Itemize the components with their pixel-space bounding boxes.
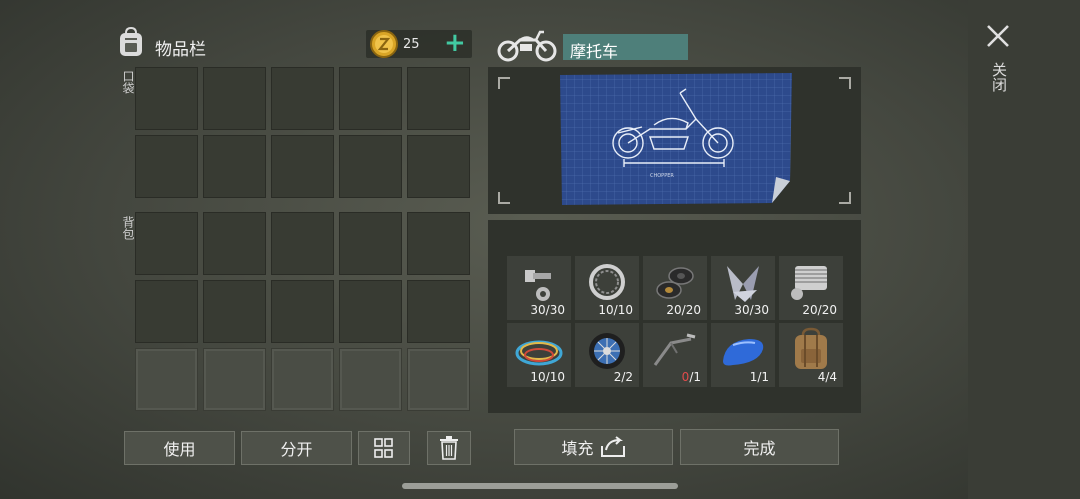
material-count: 10/10 bbox=[530, 370, 565, 384]
inventory-slot[interactable] bbox=[203, 67, 266, 130]
material-slot[interactable]: 10/10 bbox=[507, 323, 571, 387]
material-slot[interactable]: 0/1 bbox=[643, 323, 707, 387]
material-count: 30/30 bbox=[734, 303, 769, 317]
locked-slot bbox=[135, 348, 198, 411]
inventory-slot[interactable] bbox=[135, 280, 198, 343]
backpack-icon bbox=[120, 26, 142, 56]
locked-slot bbox=[407, 348, 470, 411]
material-count: 20/20 bbox=[666, 303, 701, 317]
sort-button[interactable] bbox=[358, 431, 410, 465]
washers-icon bbox=[656, 267, 694, 299]
locked-slot bbox=[271, 348, 334, 411]
material-count: 4/4 bbox=[817, 370, 837, 384]
fill-button[interactable]: 填充 bbox=[514, 429, 673, 465]
inventory-slot[interactable] bbox=[407, 135, 470, 198]
inventory-slot[interactable] bbox=[203, 212, 266, 275]
close-label[interactable]: 关闭 bbox=[988, 62, 1008, 92]
bolt-icon bbox=[525, 270, 551, 301]
blueprint-caption: CHOPPER bbox=[650, 173, 674, 179]
coin-icon bbox=[370, 30, 398, 58]
wire-coil-icon bbox=[515, 340, 563, 366]
fill-button-label: 填充 bbox=[561, 439, 594, 458]
blueprint-panel: CHOPPER bbox=[488, 67, 861, 214]
material-count: 0/1 bbox=[682, 370, 701, 384]
inventory-slot[interactable] bbox=[271, 67, 334, 130]
close-icon[interactable] bbox=[984, 22, 1012, 50]
inventory-slot[interactable] bbox=[135, 135, 198, 198]
inventory-slot[interactable] bbox=[339, 67, 402, 130]
locked-slot bbox=[339, 348, 402, 411]
inventory-slot[interactable] bbox=[203, 135, 266, 198]
home-indicator[interactable] bbox=[402, 483, 678, 489]
material-count-need: /1 bbox=[689, 370, 701, 384]
material-slot[interactable]: 1/1 bbox=[711, 323, 775, 387]
inventory-title: 物品栏 bbox=[155, 40, 206, 60]
material-slot[interactable]: 30/30 bbox=[507, 256, 571, 320]
inventory-slot[interactable] bbox=[135, 67, 198, 130]
inventory-slot[interactable] bbox=[271, 135, 334, 198]
inventory-slot[interactable] bbox=[135, 212, 198, 275]
engine-block-icon bbox=[791, 266, 827, 300]
inventory-slot[interactable] bbox=[271, 212, 334, 275]
craft-item-name: 摩托车 bbox=[570, 42, 619, 61]
inventory-slot[interactable] bbox=[203, 280, 266, 343]
steel-parts-icon bbox=[727, 266, 759, 302]
bearing-ring-icon bbox=[589, 264, 625, 300]
use-button[interactable]: 使用 bbox=[124, 431, 235, 465]
handlebar-icon bbox=[653, 333, 696, 366]
material-slot[interactable]: 10/10 bbox=[575, 256, 639, 320]
inventory-slot[interactable] bbox=[407, 280, 470, 343]
motorcycle-icon bbox=[497, 30, 557, 62]
fuel-tank-icon bbox=[723, 339, 764, 366]
add-coins-button[interactable]: + bbox=[444, 30, 466, 56]
leather-backpack-icon bbox=[795, 327, 827, 369]
motorcycle-wheel-icon bbox=[589, 333, 625, 369]
side-strip bbox=[968, 0, 1080, 499]
coin-count: 25 bbox=[403, 37, 420, 52]
material-count: 30/30 bbox=[530, 303, 565, 317]
blueprint-image: CHOPPER bbox=[560, 73, 792, 205]
locked-slot bbox=[203, 348, 266, 411]
inventory-slot[interactable] bbox=[407, 67, 470, 130]
fill-arrow-icon bbox=[600, 436, 625, 457]
trash-icon bbox=[440, 436, 458, 460]
material-slot[interactable]: 30/30 bbox=[711, 256, 775, 320]
split-button[interactable]: 分开 bbox=[241, 431, 352, 465]
done-button[interactable]: 完成 bbox=[680, 429, 839, 465]
discard-button[interactable] bbox=[427, 431, 471, 465]
grid-sort-icon bbox=[374, 438, 393, 458]
material-slot[interactable]: 2/2 bbox=[575, 323, 639, 387]
material-slot[interactable]: 4/4 bbox=[779, 323, 843, 387]
material-count: 10/10 bbox=[598, 303, 633, 317]
inventory-slot[interactable] bbox=[339, 135, 402, 198]
inventory-slot[interactable] bbox=[339, 280, 402, 343]
material-count: 2/2 bbox=[613, 370, 633, 384]
inventory-slot[interactable] bbox=[271, 280, 334, 343]
material-slot[interactable]: 20/20 bbox=[643, 256, 707, 320]
material-count: 20/20 bbox=[802, 303, 837, 317]
inventory-slot[interactable] bbox=[407, 212, 470, 275]
inventory-slot[interactable] bbox=[339, 212, 402, 275]
material-count: 1/1 bbox=[749, 370, 769, 384]
material-slot[interactable]: 20/20 bbox=[779, 256, 843, 320]
